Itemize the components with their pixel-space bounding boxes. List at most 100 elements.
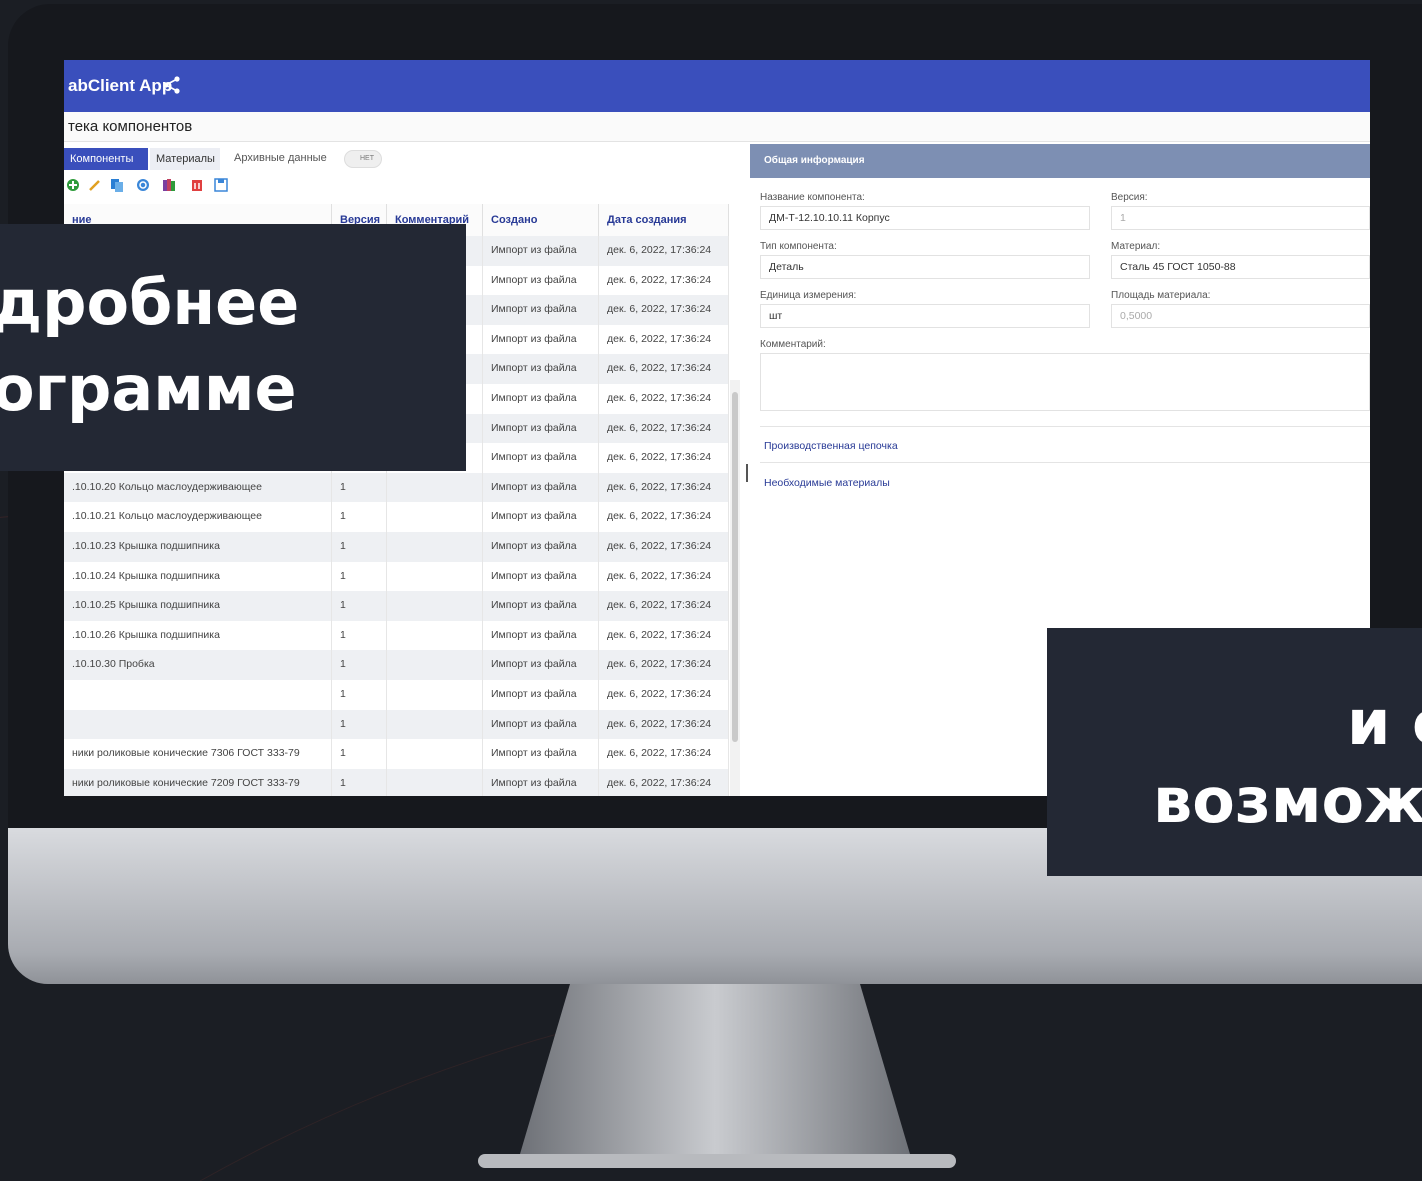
cell-comment [387, 472, 483, 503]
cell-name: .10.10.23 Крышка подшипника [64, 532, 332, 562]
version-label: Версия: [1111, 192, 1148, 203]
archive-label: Архивные данные [234, 152, 327, 164]
cell-version: 1 [332, 709, 387, 740]
version-field[interactable]: 1 [1111, 206, 1370, 230]
cell-version: 1 [332, 472, 387, 503]
cell-created: Импорт из файла [483, 561, 599, 592]
tab-components[interactable]: Компоненты [64, 148, 148, 170]
copy-icon[interactable] [110, 178, 124, 192]
cell-date: дек. 6, 2022, 17:36:24 [599, 472, 729, 503]
app-title: abClient App [68, 76, 173, 95]
table-row[interactable]: .10.10.23 Крышка подшипника 1 Импорт из фа… [64, 532, 729, 562]
save-icon[interactable] [214, 178, 228, 192]
cell-date: дек. 6, 2022, 17:36:24 [599, 620, 729, 651]
cell-comment [387, 739, 483, 769]
cell-comment [387, 591, 483, 621]
cell-name: .10.10.24 Крышка подшипника [64, 561, 332, 592]
cell-date: дек. 6, 2022, 17:36:24 [599, 502, 729, 532]
cell-date: дек. 6, 2022, 17:36:24 [599, 561, 729, 592]
table-row[interactable]: ники роликовые конические 7306 ГОСТ 333-… [64, 739, 729, 769]
cell-date: дек. 6, 2022, 17:36:24 [599, 295, 729, 325]
cell-comment [387, 709, 483, 740]
cell-comment [387, 650, 483, 680]
promo-text-line1: и с [1347, 686, 1422, 759]
cell-date: дек. 6, 2022, 17:36:24 [599, 591, 729, 621]
cell-created: Импорт из файла [483, 443, 599, 473]
material-area-label: Площадь материала: [1111, 290, 1211, 301]
cell-created: Импорт из файла [483, 472, 599, 503]
component-type-field[interactable]: Деталь [760, 255, 1090, 279]
cell-version: 1 [332, 768, 387, 796]
cell-created: Импорт из файла [483, 413, 599, 444]
edit-icon[interactable] [88, 178, 102, 192]
cell-name: .10.10.25 Крышка подшипника [64, 591, 332, 621]
cell-name [64, 709, 332, 740]
table-scrollbar[interactable] [730, 380, 740, 796]
cell-created: Импорт из файла [483, 591, 599, 621]
panel-resize-handle[interactable] [746, 464, 748, 482]
cell-version: 1 [332, 650, 387, 680]
cell-date: дек. 6, 2022, 17:36:24 [599, 709, 729, 740]
cell-created: Импорт из файла [483, 236, 599, 266]
cell-created: Импорт из файла [483, 384, 599, 414]
table-row[interactable]: .10.10.20 Кольцо маслоудерживающее 1 Импор… [64, 472, 729, 503]
delete-icon[interactable] [190, 178, 204, 192]
cell-date: дек. 6, 2022, 17:36:24 [599, 739, 729, 769]
share-icon[interactable] [161, 74, 183, 96]
cell-comment [387, 561, 483, 592]
table-row[interactable]: ники роликовые конические 7209 ГОСТ 333-… [64, 768, 729, 796]
required-materials-link[interactable]: Необходимые материалы [764, 477, 890, 489]
table-row[interactable]: .10.10.26 Крышка подшипника 1 Импорт из фа… [64, 620, 729, 651]
unit-field[interactable]: шт [760, 304, 1090, 328]
cell-comment [387, 768, 483, 796]
promo-banner-left: дробнее ограмме [0, 224, 466, 471]
cell-date: дек. 6, 2022, 17:36:24 [599, 384, 729, 414]
scrollbar-thumb[interactable] [732, 392, 738, 742]
cell-created: Импорт из файла [483, 709, 599, 740]
monitor-stand [478, 984, 956, 1168]
cell-comment [387, 532, 483, 562]
tab-materials[interactable]: Материалы [150, 148, 220, 170]
component-name-label: Название компонента: [760, 192, 865, 203]
cell-date: дек. 6, 2022, 17:36:24 [599, 650, 729, 680]
component-type-label: Тип компонента: [760, 241, 837, 252]
promo-text-line1: дробнее [0, 266, 300, 339]
component-name-field[interactable]: ДМ-Т-12.10.10.11 Корпус [760, 206, 1090, 230]
table-row[interactable]: 1 Импорт из файла дек. 6, 2022, 17:36:24 [64, 680, 729, 710]
details-header[interactable]: Общая информация [750, 144, 1370, 178]
books-icon[interactable] [162, 178, 176, 192]
table-row[interactable]: .10.10.30 Пробка 1 Импорт из файла дек. 6, … [64, 650, 729, 680]
add-icon[interactable] [66, 178, 80, 192]
cell-comment [387, 620, 483, 651]
comment-textarea[interactable] [760, 353, 1370, 411]
cell-created: Импорт из файла [483, 354, 599, 384]
comment-label: Комментарий: [760, 339, 826, 350]
table-row[interactable]: .10.10.25 Крышка подшипника 1 Импорт из фа… [64, 591, 729, 621]
cell-date: дек. 6, 2022, 17:36:24 [599, 265, 729, 296]
promo-text-line2: ограмме [0, 352, 297, 425]
table-row[interactable]: .10.10.24 Крышка подшипника 1 Импорт из фа… [64, 561, 729, 592]
cell-comment [387, 680, 483, 710]
cell-date: дек. 6, 2022, 17:36:24 [599, 768, 729, 796]
app-bar: abClient App [64, 60, 1370, 112]
cell-comment [387, 502, 483, 532]
material-label: Материал: [1111, 241, 1161, 252]
cell-date: дек. 6, 2022, 17:36:24 [599, 324, 729, 355]
cell-created: Импорт из файла [483, 532, 599, 562]
cell-date: дек. 6, 2022, 17:36:24 [599, 532, 729, 562]
archive-toggle[interactable]: НЕТ [344, 150, 382, 168]
cell-name: ники роликовые конические 7306 ГОСТ 333-… [64, 739, 332, 769]
cell-date: дек. 6, 2022, 17:36:24 [599, 413, 729, 444]
column-header-date[interactable]: Дата создания [599, 204, 729, 236]
table-row[interactable]: 1 Импорт из файла дек. 6, 2022, 17:36:24 [64, 709, 729, 740]
cell-version: 1 [332, 620, 387, 651]
table-row[interactable]: .10.10.21 Кольцо маслоудерживающее 1 Импор… [64, 502, 729, 532]
column-header-created[interactable]: Создано [483, 204, 599, 236]
refresh-icon[interactable] [136, 178, 150, 192]
cell-date: дек. 6, 2022, 17:36:24 [599, 680, 729, 710]
page-title: тека компонентов [68, 118, 193, 135]
material-area-field[interactable]: 0,5000 [1111, 304, 1370, 328]
material-field[interactable]: Сталь 45 ГОСТ 1050-88 [1111, 255, 1370, 279]
production-chain-link[interactable]: Производственная цепочка [764, 440, 898, 452]
cell-version: 1 [332, 591, 387, 621]
